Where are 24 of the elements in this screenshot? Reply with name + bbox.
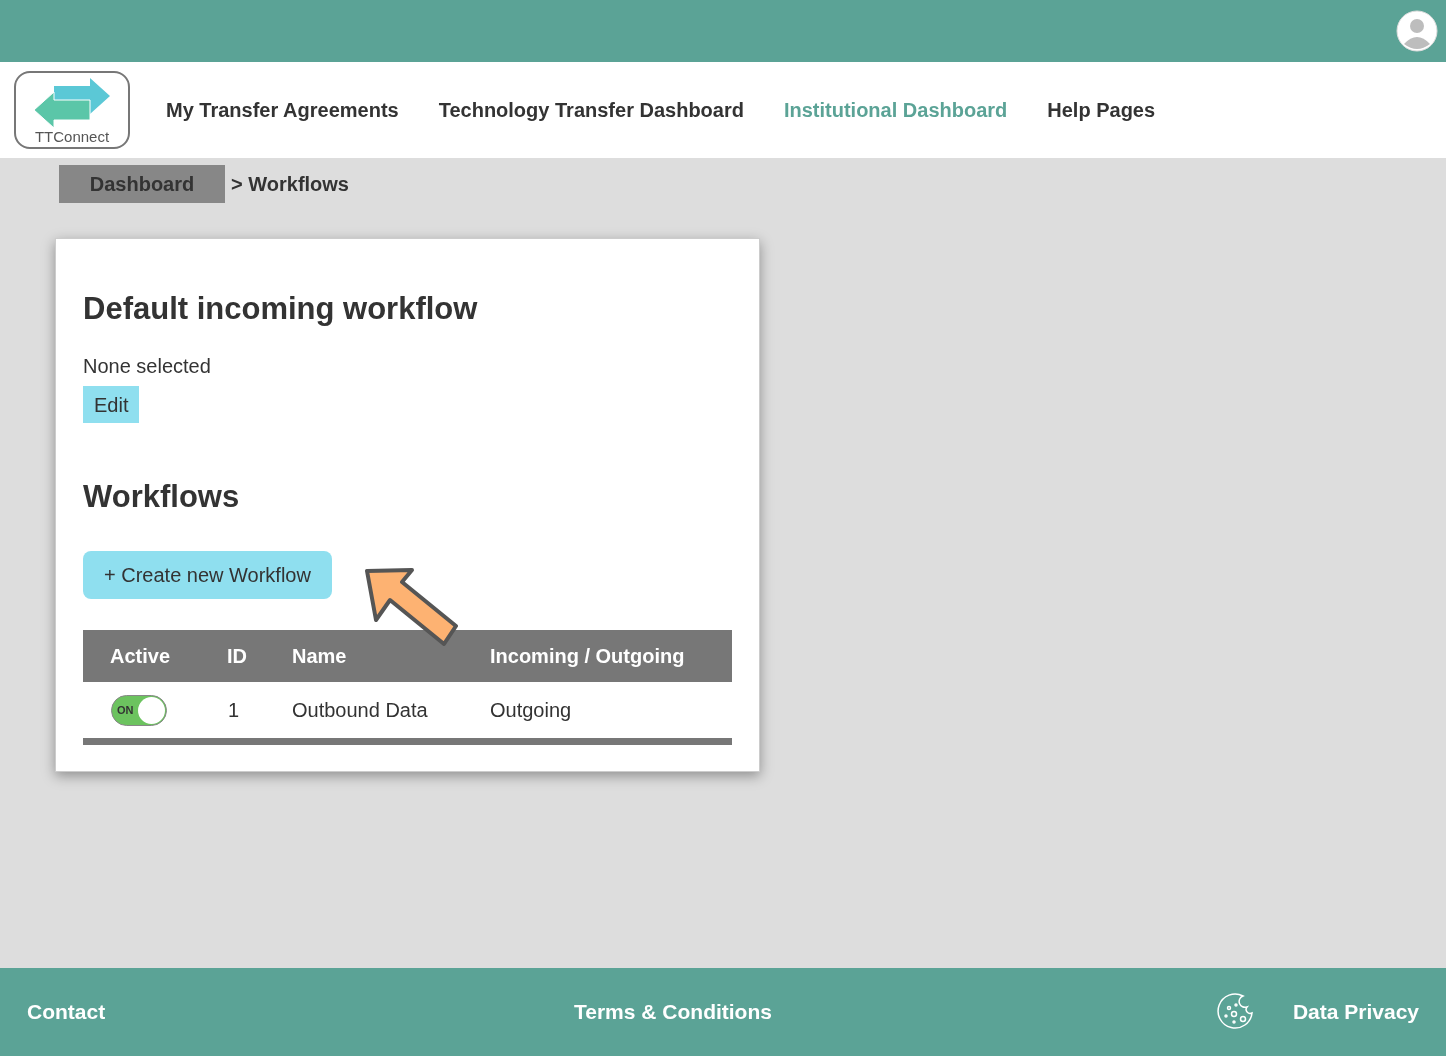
pointer-arrow-icon bbox=[364, 568, 460, 648]
edit-button[interactable]: Edit bbox=[83, 386, 140, 423]
table-cell-text: Outgoing bbox=[489, 698, 573, 723]
user-avatar-icon[interactable] bbox=[1396, 10, 1438, 52]
nav-link[interactable]: Technology Transfer Dashboard bbox=[438, 95, 744, 125]
column-header: Name bbox=[291, 644, 348, 669]
nav-link[interactable]: My Transfer Agreements bbox=[166, 95, 399, 125]
active-toggle[interactable]: ON bbox=[111, 694, 167, 726]
section-heading: Default incoming workflow bbox=[83, 290, 479, 328]
table-cell-text: Outbound Data bbox=[291, 698, 429, 723]
nav-link[interactable]: Help Pages bbox=[1047, 95, 1156, 125]
cookie-icon[interactable] bbox=[1216, 993, 1255, 1031]
section-heading: Workflows bbox=[83, 478, 241, 516]
column-header: Incoming / Outgoing bbox=[489, 644, 686, 669]
default-workflow-value: None selected bbox=[83, 354, 212, 378]
logo[interactable]: TTConnect bbox=[14, 71, 130, 149]
column-header: ID bbox=[226, 644, 248, 669]
arrows-logo-icon bbox=[32, 78, 112, 128]
logo-text: TTConnect bbox=[34, 128, 110, 146]
create-workflow-button[interactable]: + Create new Workflow bbox=[83, 551, 332, 599]
column-header: Active bbox=[109, 644, 172, 669]
breadcrumb-link[interactable]: Dashboard bbox=[59, 165, 225, 203]
table-cell-text: 1 bbox=[227, 698, 241, 723]
breadcrumb-current: > Workflows bbox=[231, 172, 349, 197]
